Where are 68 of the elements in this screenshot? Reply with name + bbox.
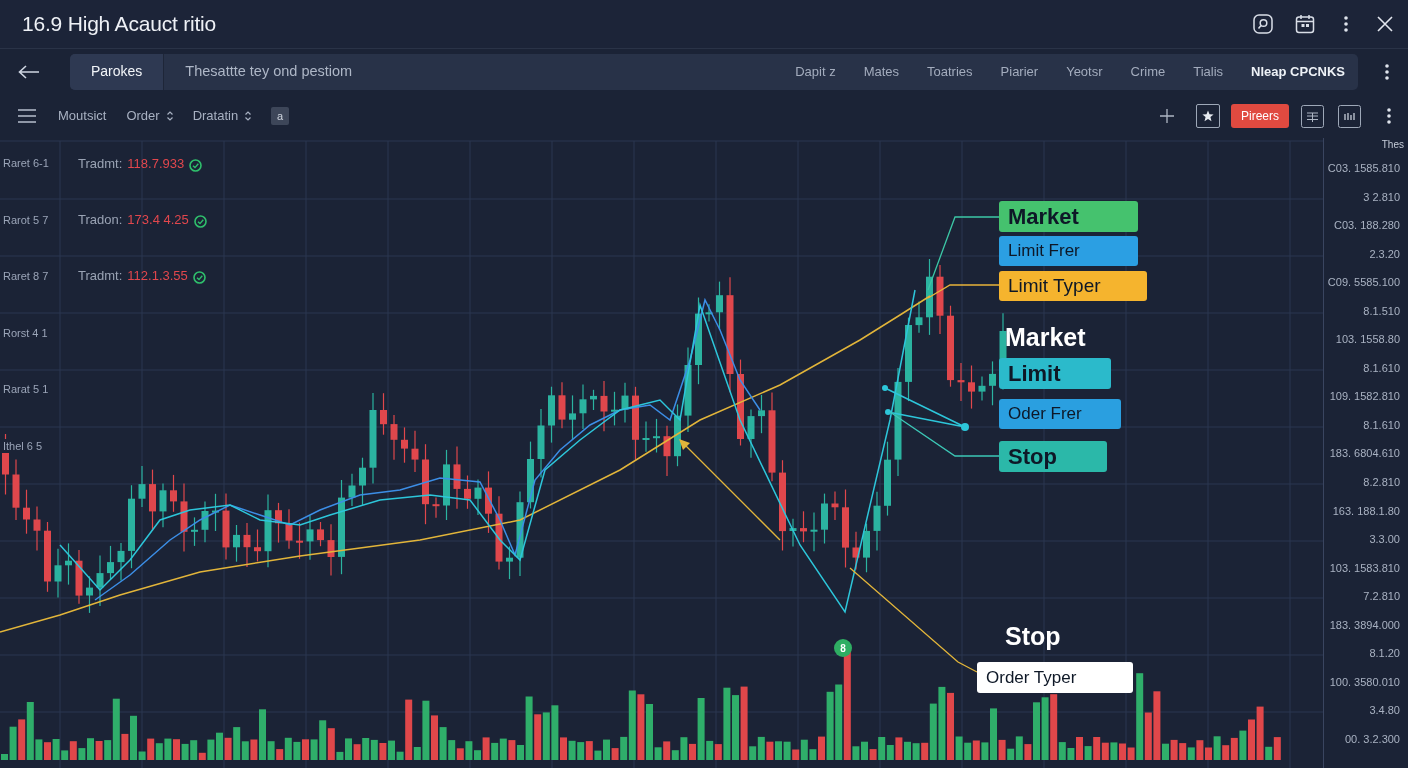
trade-label: Tradon: <box>78 211 123 228</box>
axis-label: 100. 3580.010 <box>1328 674 1401 690</box>
trade-value: 173.4 4.25 <box>127 211 189 228</box>
axis-label: 183. 6804.610 <box>1328 446 1401 462</box>
nav-link[interactable]: Nleap CPCNKS <box>1251 61 1345 82</box>
tab[interactable]: Parokes <box>70 53 165 90</box>
more-icon[interactable] <box>1385 63 1389 80</box>
window-title: 16.9 High Acauct ritio <box>22 11 217 38</box>
search-icon[interactable] <box>1253 14 1273 34</box>
axis-label: 00. 3.2.300 <box>1343 731 1401 747</box>
order-tag: Limit Frer <box>999 236 1138 266</box>
tag-chip[interactable]: a <box>271 107 290 125</box>
menu-button[interactable]: Dratatin <box>192 106 252 126</box>
order-tag: Oder Frer <box>999 399 1121 429</box>
axis-label: 7.2.810 <box>1362 589 1401 605</box>
axis-label: 3.4.80 <box>1368 703 1401 719</box>
plus-icon[interactable] <box>1160 109 1174 123</box>
axis-label: 163. 188.1.80 <box>1331 503 1401 519</box>
nav-link[interactable]: Mates <box>863 61 900 82</box>
trade-value: 118.7.933 <box>127 155 185 172</box>
axis-label: C09. 5585.100 <box>1326 275 1401 291</box>
axis-label: 3 2.810 <box>1362 189 1401 205</box>
nav-link[interactable]: Tialis <box>1193 61 1224 82</box>
close-icon[interactable] <box>1377 16 1393 32</box>
order-label: Stop <box>1005 621 1061 651</box>
axis-label: 3.3.00 <box>1368 532 1401 548</box>
nav-link[interactable]: Toatries <box>927 61 973 82</box>
axis-label: 103. 1558.80 <box>1334 332 1401 348</box>
nav-link[interactable]: Crime <box>1130 61 1166 82</box>
nav-link[interactable]: Dapit z <box>795 61 836 82</box>
trade-label: Tradmt: <box>78 155 123 172</box>
axis-label: 183. 3894.000 <box>1328 617 1401 633</box>
more-icon[interactable] <box>1344 16 1348 32</box>
menu-button[interactable]: Order <box>126 106 173 126</box>
axis-label: C03. 188.280 <box>1332 218 1401 234</box>
axis-label: 103. 1583.810 <box>1328 560 1401 576</box>
more-icon[interactable] <box>1387 108 1391 124</box>
order-tag: Stop <box>999 441 1107 472</box>
calendar-icon[interactable] <box>1295 14 1315 34</box>
row-label: Raret 6-1 <box>0 156 51 170</box>
order-tag: Market <box>999 201 1138 232</box>
axis-label: 8.2.810 <box>1362 475 1401 490</box>
axis-label: 8.1.20 <box>1368 646 1401 662</box>
axis-label: 8.1.510 <box>1362 303 1401 319</box>
menu-button[interactable]: Moutsict <box>58 106 107 126</box>
axis-label: 8.1.610 <box>1362 417 1401 433</box>
star-button[interactable] <box>1196 104 1220 128</box>
sort-caret-icon <box>245 111 252 121</box>
bars-icon[interactable] <box>1338 104 1361 128</box>
order-tag: Limit Typer <box>999 271 1147 301</box>
grid-icon[interactable] <box>1301 104 1324 128</box>
check-circle-icon <box>189 159 203 172</box>
order-label: Market <box>1005 322 1086 352</box>
description-text: Thesattte tey ond pestiom <box>185 61 353 81</box>
back-icon[interactable] <box>18 64 40 79</box>
check-circle-icon <box>193 215 207 228</box>
axis-title: Thes <box>1380 138 1405 152</box>
nav-link[interactable]: Yeotsr <box>1066 61 1103 82</box>
nav-link[interactable]: Piarier <box>1000 61 1039 82</box>
axis-label: 2.3.20 <box>1368 246 1401 262</box>
star-icon <box>1202 110 1214 122</box>
sort-caret-icon <box>166 111 173 121</box>
axis-label: 109. 1582.810 <box>1328 389 1401 405</box>
menu-icon[interactable] <box>18 109 36 123</box>
order-tag: Limit <box>999 358 1111 389</box>
axis-label: C03. 1585.810 <box>1326 161 1401 176</box>
axis-label: 8.1.610 <box>1362 360 1401 376</box>
action-button[interactable]: Pireers <box>1231 104 1289 128</box>
